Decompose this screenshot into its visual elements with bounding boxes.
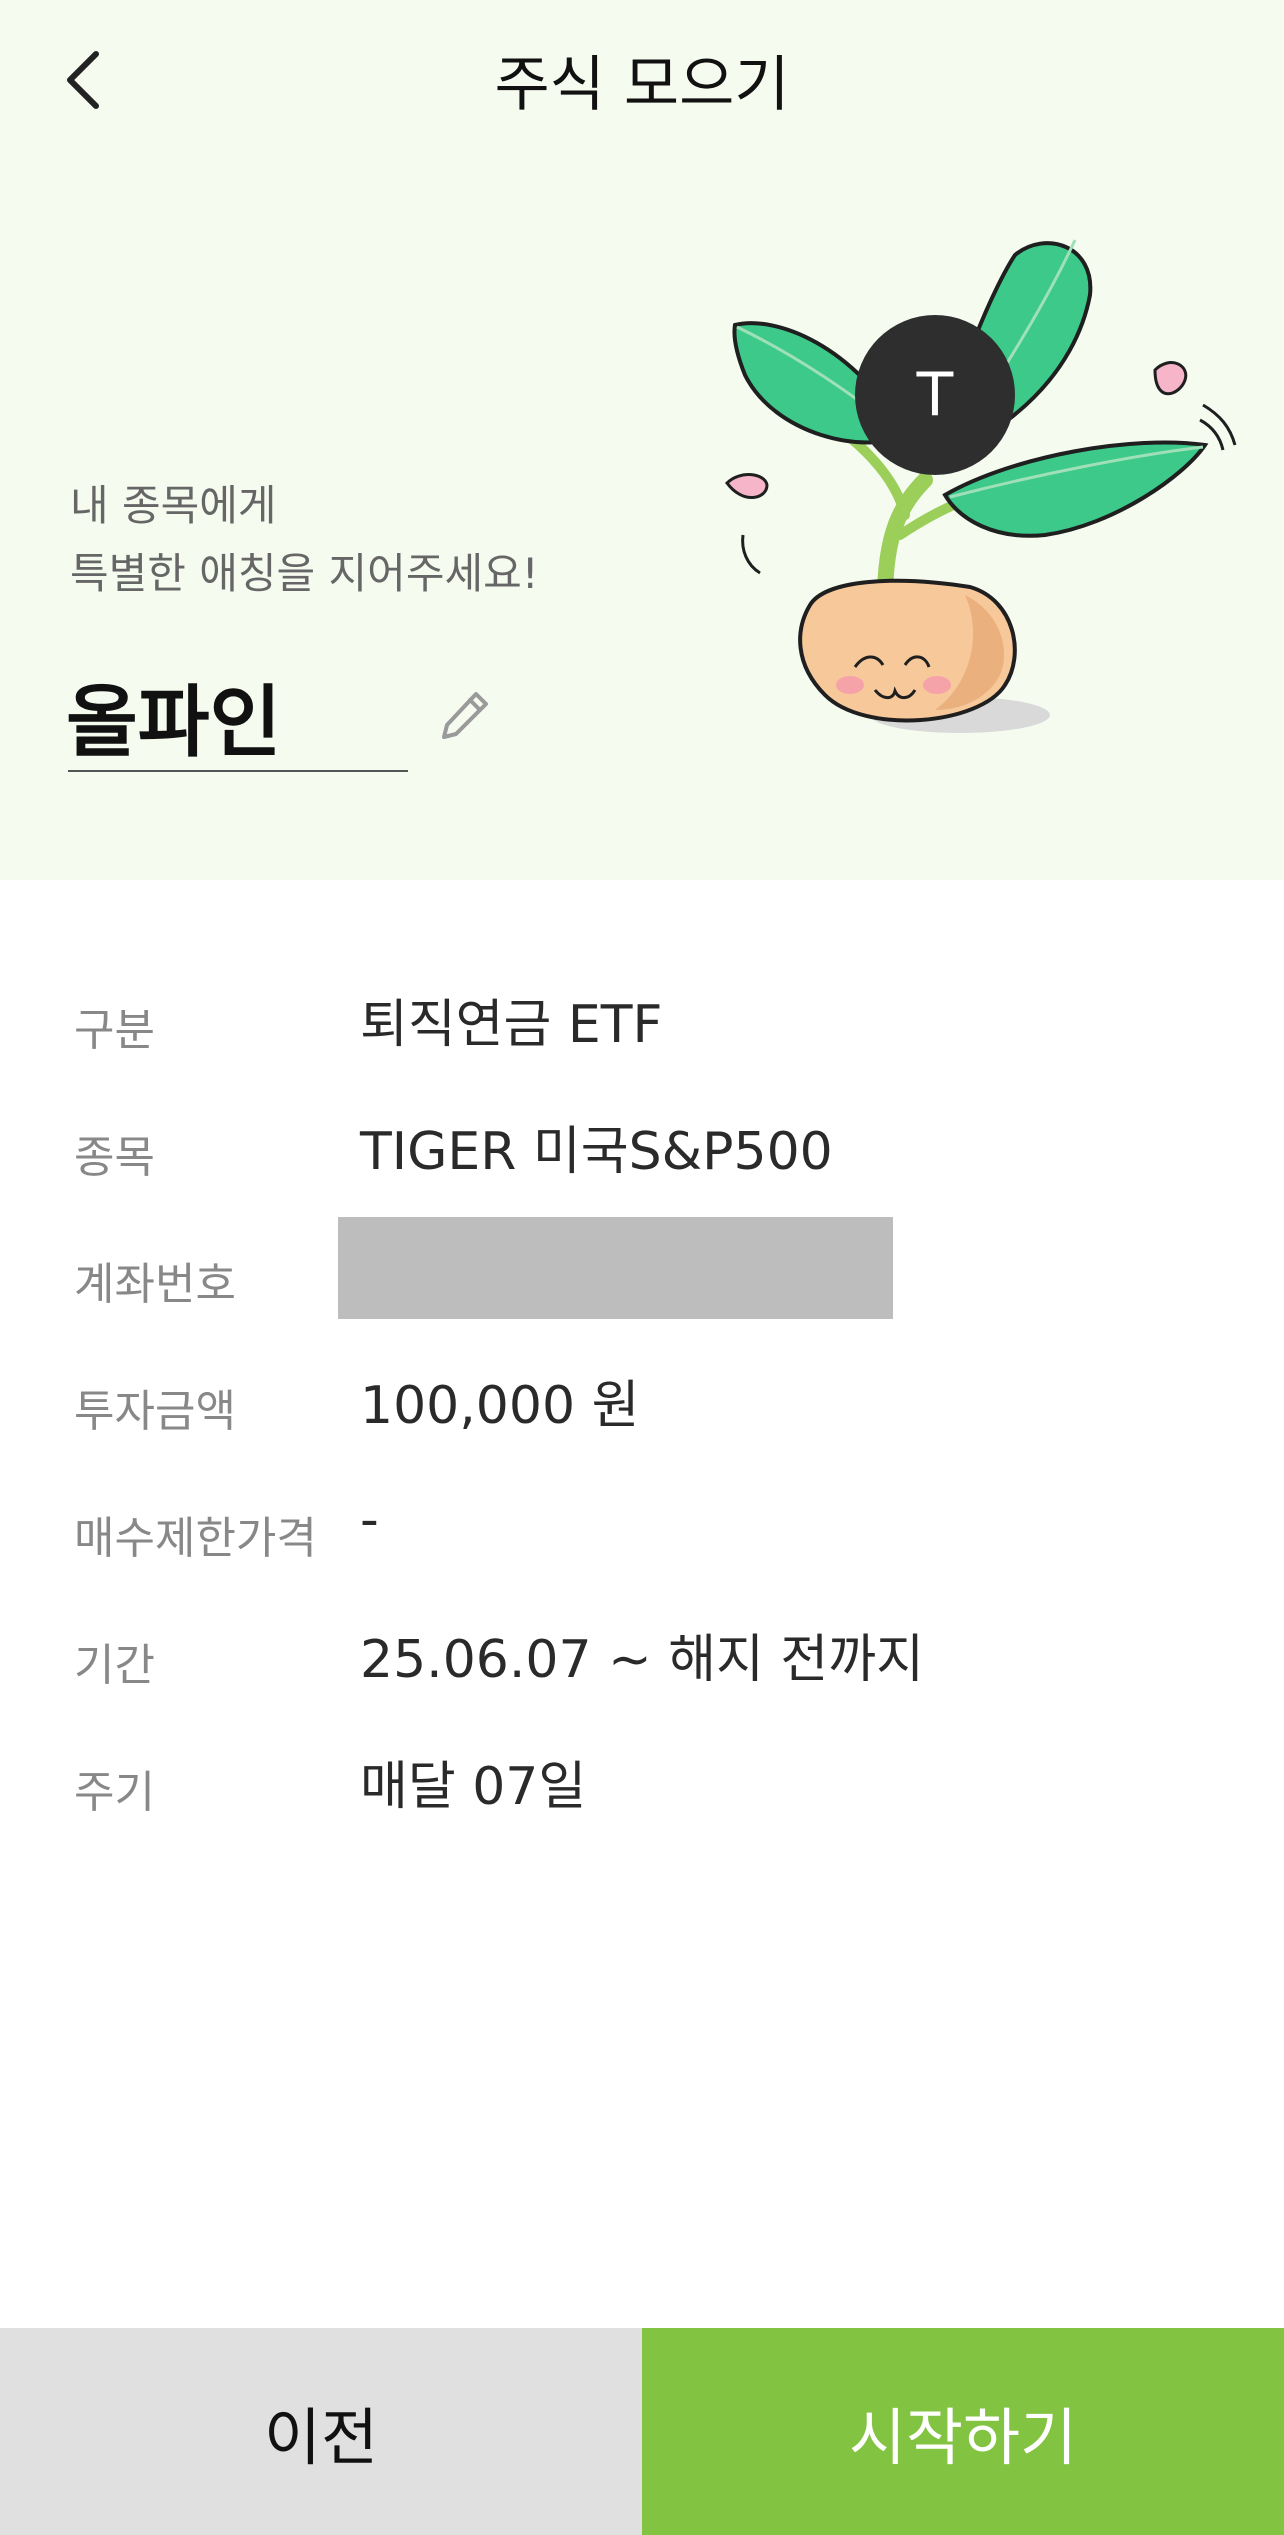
nickname-prompt-line1: 내 종목에게 — [70, 481, 277, 530]
detail-value: 100,000 원 — [360, 1376, 640, 1436]
detail-row-limit-price: 매수제한가격 - — [0, 1468, 1284, 1595]
nickname-underline — [68, 770, 408, 772]
nickname-prompt-line2: 특별한 애칭을 지어주세요! — [70, 549, 539, 598]
bottom-action-bar: 이전 시작하기 — [0, 2328, 1284, 2535]
pencil-icon — [442, 692, 488, 739]
start-button[interactable]: 시작하기 — [642, 2328, 1284, 2535]
detail-label: 매수제한가격 — [74, 1513, 317, 1564]
detail-value: TIGER 미국S&P500 — [360, 1122, 833, 1182]
detail-label: 계좌번호 — [74, 1259, 236, 1310]
previous-button[interactable]: 이전 — [0, 2328, 642, 2535]
detail-list: 구분 퇴직연금 ETF 종목 TIGER 미국S&P500 계좌번호 투자금액 … — [0, 960, 1284, 1849]
detail-value: 퇴직연금 ETF — [360, 995, 663, 1055]
detail-label: 주기 — [74, 1767, 155, 1818]
detail-row-stock: 종목 TIGER 미국S&P500 — [0, 1087, 1284, 1214]
detail-label: 구분 — [74, 1005, 155, 1056]
detail-label: 투자금액 — [74, 1386, 236, 1437]
detail-value: 매달 07일 — [360, 1757, 587, 1817]
hero-section: 주식 모으기 내 종목에게 특별한 애칭을 지어주세요! 올파인 T — [0, 0, 1284, 880]
detail-row-cycle: 주기 매달 07일 — [0, 1722, 1284, 1849]
plant-illustration — [725, 239, 1237, 733]
detail-row-period: 기간 25.06.07 ~ 해지 전까지 — [0, 1595, 1284, 1722]
stock-avatar: T — [855, 315, 1015, 475]
detail-row-account: 계좌번호 — [0, 1214, 1284, 1341]
detail-row-amount: 투자금액 100,000 원 — [0, 1341, 1284, 1468]
edit-nickname-button[interactable] — [436, 686, 494, 744]
detail-label: 종목 — [74, 1132, 155, 1183]
masked-account-number — [338, 1217, 893, 1319]
detail-value: 25.06.07 ~ 해지 전까지 — [360, 1630, 924, 1690]
detail-value: - — [360, 1490, 379, 1550]
nickname-text[interactable]: 올파인 — [66, 660, 281, 772]
page-title: 주식 모으기 — [494, 50, 790, 120]
nickname-prompt: 내 종목에게 특별한 애칭을 지어주세요! — [70, 472, 539, 608]
detail-label: 기간 — [74, 1640, 155, 1691]
detail-row-category: 구분 퇴직연금 ETF — [0, 960, 1284, 1087]
